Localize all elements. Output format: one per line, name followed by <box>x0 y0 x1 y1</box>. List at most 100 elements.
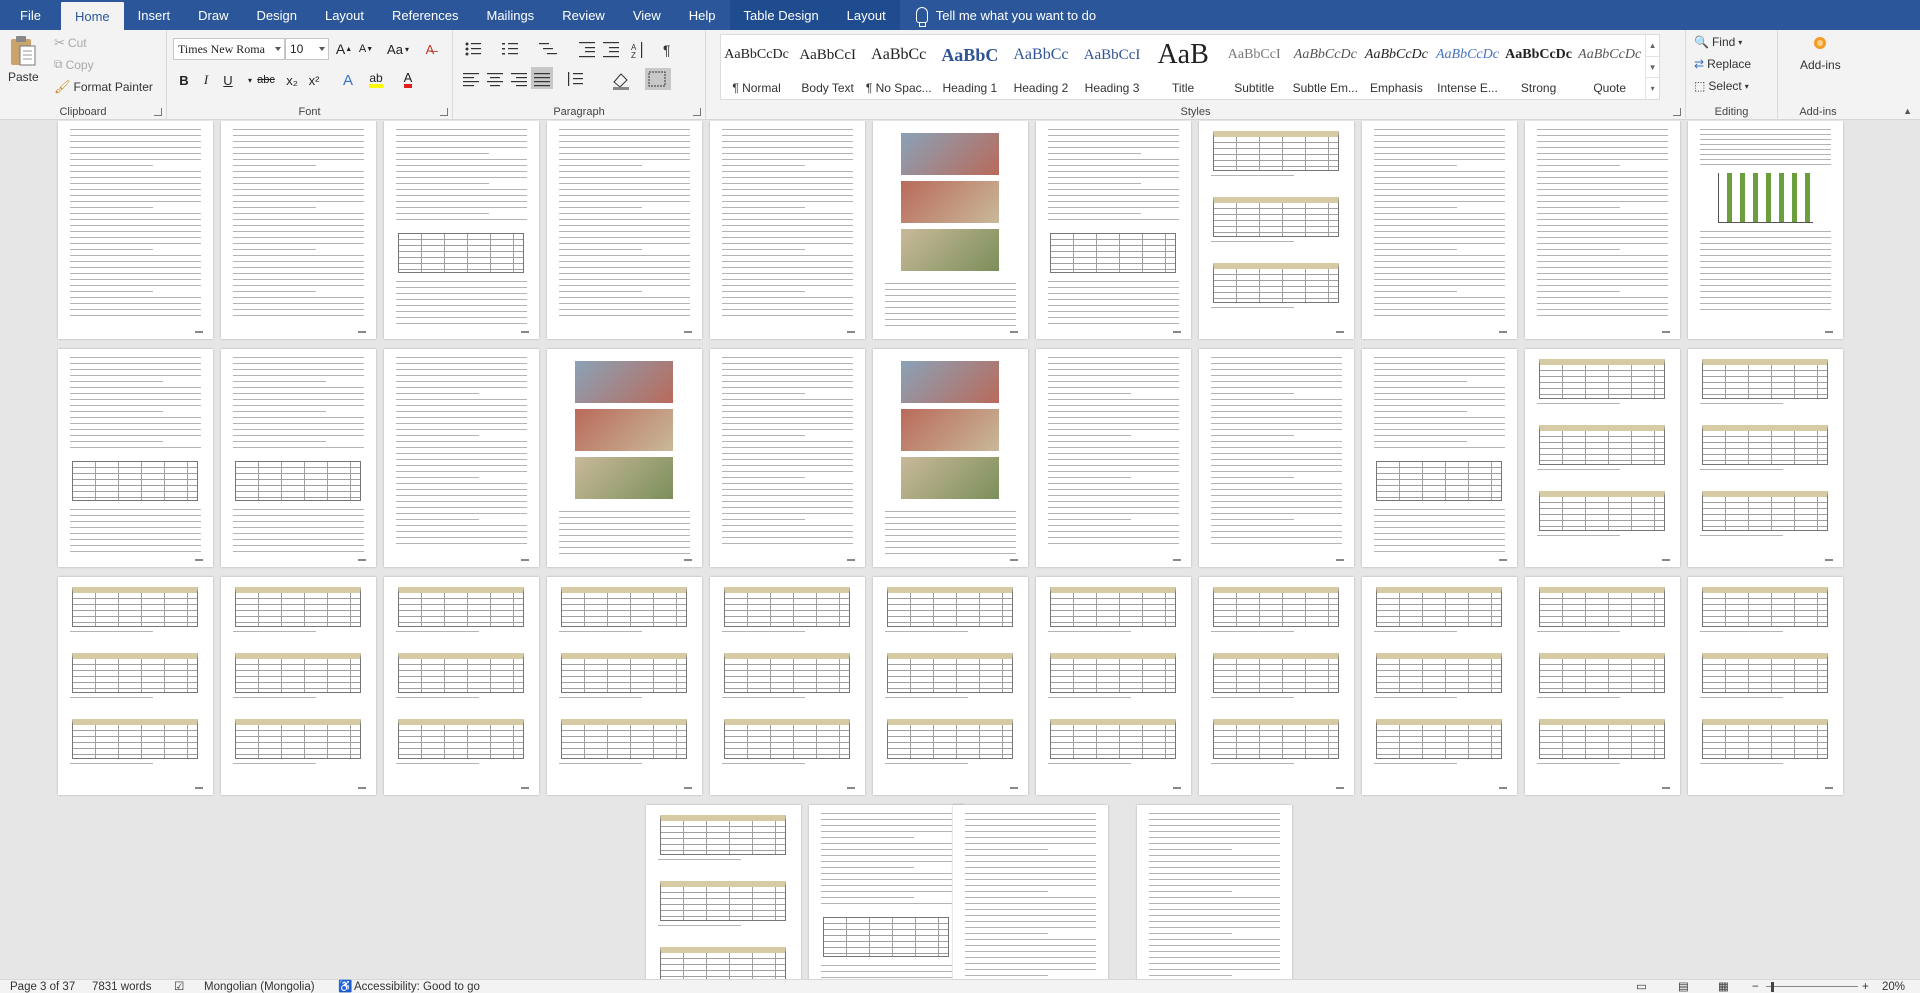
subscript-button[interactable]: x₂ <box>281 70 303 90</box>
document-page-thumbnail[interactable] <box>646 805 801 979</box>
document-page-thumbnail[interactable] <box>873 349 1028 567</box>
document-page-thumbnail[interactable] <box>58 349 213 567</box>
zoom-level[interactable]: 20% <box>1882 980 1905 993</box>
addins-button[interactable]: Add-ins <box>1800 34 1841 72</box>
style-intense-emphasis[interactable]: AaBbCcDc Intense E... <box>1432 35 1503 99</box>
document-page-thumbnail[interactable] <box>547 577 702 795</box>
gallery-scroll-up-icon[interactable]: ▲ <box>1646 35 1660 57</box>
shrink-font-button[interactable]: A ▼ <box>355 39 377 59</box>
tab-table-design[interactable]: Table Design <box>729 0 833 30</box>
underline-button[interactable]: U <box>217 70 239 90</box>
document-page-thumbnail[interactable] <box>953 805 1108 979</box>
document-page-thumbnail[interactable] <box>1199 121 1354 339</box>
document-page-thumbnail[interactable] <box>547 121 702 339</box>
style-subtle-emphasis[interactable]: AaBbCcDc Subtle Em... <box>1290 35 1361 99</box>
style-strong[interactable]: AaBbCcDc Strong <box>1503 35 1574 99</box>
page-count[interactable]: Page 3 of 37 <box>10 980 75 993</box>
paragraph-launcher-icon[interactable] <box>693 108 701 116</box>
document-page-thumbnail[interactable] <box>384 121 539 339</box>
document-page-thumbnail[interactable] <box>1362 349 1517 567</box>
document-page-thumbnail[interactable] <box>221 577 376 795</box>
bold-button[interactable]: B <box>173 70 195 90</box>
font-name-box[interactable]: Times New Roma <box>173 38 285 60</box>
document-page-thumbnail[interactable] <box>1199 349 1354 567</box>
style-title[interactable]: AaB Title <box>1148 35 1219 99</box>
document-page-thumbnail[interactable] <box>384 577 539 795</box>
find-button[interactable]: 🔍 Find ▾ <box>1694 35 1742 49</box>
gallery-more-icon[interactable]: ▾ <box>1646 78 1659 99</box>
document-page-thumbnail[interactable] <box>547 349 702 567</box>
style-heading-3[interactable]: AaBbCcI Heading 3 <box>1076 35 1147 99</box>
document-page-thumbnail[interactable] <box>1688 121 1843 339</box>
document-page-thumbnail[interactable] <box>58 121 213 339</box>
document-page-thumbnail[interactable] <box>873 577 1028 795</box>
highlight-button[interactable]: ab <box>365 70 387 90</box>
document-page-thumbnail[interactable] <box>710 121 865 339</box>
document-page-thumbnail[interactable] <box>58 577 213 795</box>
style-heading-1[interactable]: AaBbC Heading 1 <box>934 35 1005 99</box>
tab-review[interactable]: Review <box>548 0 619 30</box>
document-page-thumbnail[interactable] <box>1688 577 1843 795</box>
accessibility-icon[interactable]: ♿ <box>338 980 352 993</box>
format-painter-button[interactable]: 🖌 Format Painter <box>54 79 153 95</box>
tab-layout[interactable]: Layout <box>311 0 378 30</box>
tab-draw[interactable]: Draw <box>184 0 242 30</box>
document-page-thumbnail[interactable] <box>221 349 376 567</box>
document-page-thumbnail[interactable] <box>221 121 376 339</box>
read-mode-icon[interactable]: ▭ <box>1636 980 1647 993</box>
cut-button[interactable]: ✂ Cut <box>54 35 87 51</box>
style-subtitle[interactable]: AaBbCcI Subtitle <box>1219 35 1290 99</box>
document-page-thumbnail[interactable] <box>1199 577 1354 795</box>
grow-font-button[interactable]: A ▲ <box>333 39 355 59</box>
document-page-thumbnail[interactable] <box>809 805 964 979</box>
style-normal[interactable]: AaBbCcDc ¶ Normal <box>721 35 792 99</box>
style-no-spacing[interactable]: AaBbCc ¶ No Spac... <box>863 35 934 99</box>
document-page-thumbnail[interactable] <box>384 349 539 567</box>
font-size-box[interactable]: 10 <box>285 38 329 60</box>
gallery-scroll-down-icon[interactable]: ▼ <box>1646 57 1660 79</box>
zoom-out-icon[interactable]: − <box>1752 980 1759 993</box>
tab-table-layout[interactable]: Layout <box>832 0 900 30</box>
document-page-thumbnail[interactable] <box>1036 121 1191 339</box>
document-page-thumbnail[interactable] <box>1525 577 1680 795</box>
text-effects-button[interactable]: A <box>337 70 359 90</box>
document-page-thumbnail[interactable] <box>1525 349 1680 567</box>
paste-button[interactable]: Paste <box>8 34 39 84</box>
word-count[interactable]: 7831 words <box>92 980 151 993</box>
web-layout-icon[interactable]: ▦ <box>1718 980 1729 993</box>
collapse-ribbon-icon[interactable]: ▲ <box>1903 106 1912 116</box>
language[interactable]: Mongolian (Mongolia) <box>204 980 315 993</box>
italic-button[interactable]: I <box>195 70 217 90</box>
document-page-thumbnail[interactable] <box>1688 349 1843 567</box>
zoom-in-icon[interactable]: + <box>1862 980 1869 993</box>
document-page-thumbnail[interactable] <box>873 121 1028 339</box>
style-heading-2[interactable]: AaBbCc Heading 2 <box>1005 35 1076 99</box>
tab-references[interactable]: References <box>378 0 472 30</box>
tell-me-box[interactable]: Tell me what you want to do <box>900 0 1096 30</box>
proofing-icon[interactable]: ☑ <box>174 980 184 993</box>
document-page-thumbnail[interactable] <box>1362 121 1517 339</box>
style-emphasis[interactable]: AaBbCcDc Emphasis <box>1361 35 1432 99</box>
accessibility-status[interactable]: Accessibility: Good to go <box>354 980 480 993</box>
document-page-thumbnail[interactable] <box>710 349 865 567</box>
style-quote[interactable]: AaBbCcDc Quote <box>1574 35 1645 99</box>
document-page-thumbnail[interactable] <box>1362 577 1517 795</box>
tab-view[interactable]: View <box>619 0 675 30</box>
tab-help[interactable]: Help <box>675 0 730 30</box>
font-launcher-icon[interactable] <box>440 108 448 116</box>
style-body-text[interactable]: AaBbCcI Body Text <box>792 35 863 99</box>
tab-home[interactable]: Home <box>60 2 124 30</box>
zoom-slider-thumb[interactable] <box>1771 982 1774 992</box>
replace-button[interactable]: ⇄ Replace <box>1694 57 1751 71</box>
document-page-thumbnail[interactable] <box>1525 121 1680 339</box>
select-button[interactable]: ⬚ Select ▾ <box>1694 79 1749 93</box>
tab-design[interactable]: Design <box>243 0 311 30</box>
zoom-slider-track[interactable] <box>1766 986 1858 987</box>
font-color-button[interactable]: A <box>397 70 419 90</box>
strikethrough-button[interactable]: abc <box>253 70 279 90</box>
clipboard-launcher-icon[interactable] <box>154 108 162 116</box>
tab-file[interactable]: File <box>0 0 61 30</box>
clear-formatting-button[interactable]: A̶ <box>419 39 441 59</box>
document-page-thumbnail[interactable] <box>710 577 865 795</box>
copy-button[interactable]: ⧉ Copy <box>54 57 94 72</box>
